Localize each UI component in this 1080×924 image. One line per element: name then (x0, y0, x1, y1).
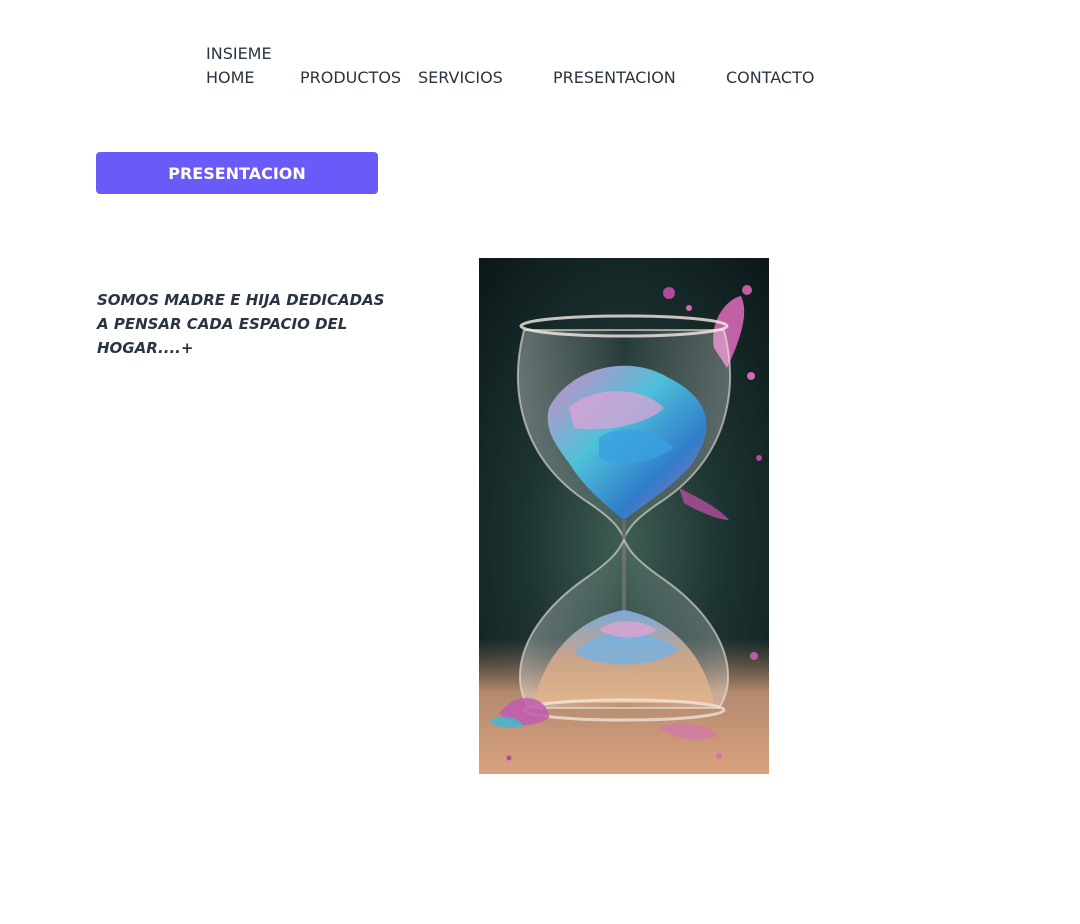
hourglass-image (479, 258, 769, 774)
nav-link-contact[interactable]: CONTACTO (726, 66, 814, 90)
page: INSIEME HOME PRODUCTOS SERVICIOS PRESENT… (0, 0, 1080, 924)
nav-link-home[interactable]: INSIEME HOME (206, 42, 286, 90)
nav-link-products[interactable]: PRODUCTOS (300, 66, 401, 90)
tagline-text: SOMOS MADRE E HIJA DEDICADAS A PENSAR CA… (97, 291, 385, 357)
presentation-button[interactable]: PRESENTACION (96, 152, 378, 194)
nav-link-presentation[interactable]: PRESENTACION (553, 66, 676, 90)
hourglass-illustration-icon (479, 258, 769, 774)
nav-link-services[interactable]: SERVICIOS (418, 66, 503, 90)
